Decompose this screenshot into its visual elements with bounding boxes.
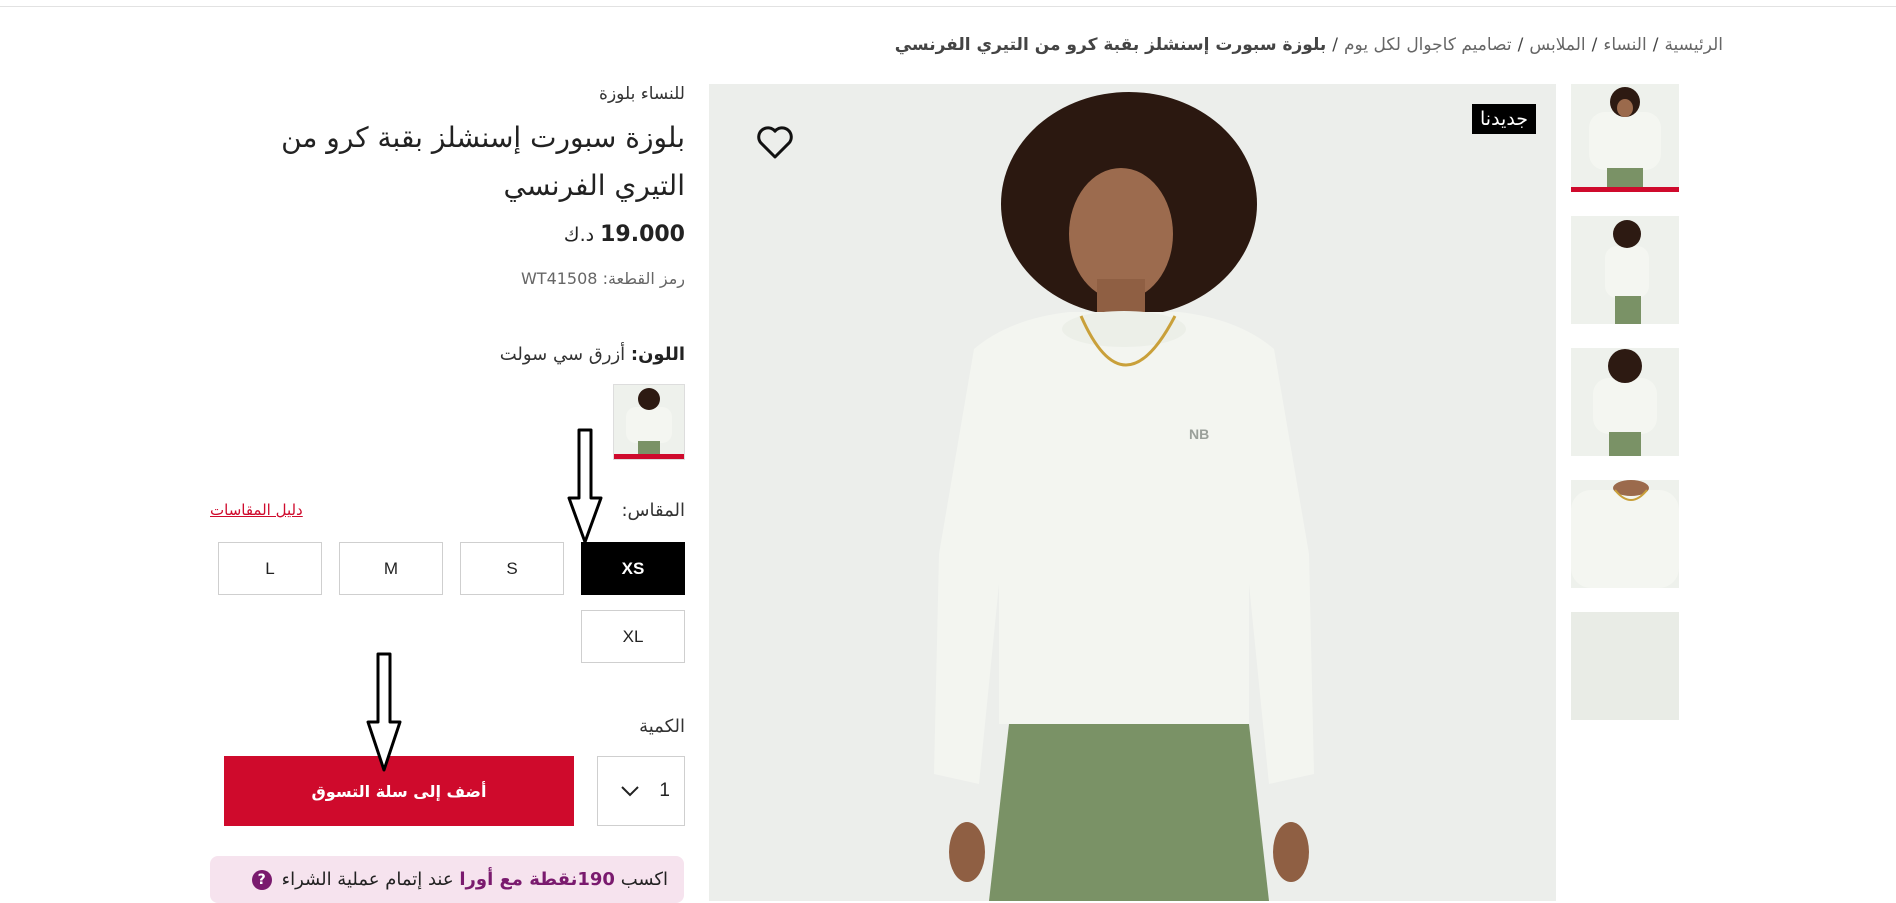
loyalty-prefix: اكسب — [620, 869, 668, 890]
product-sku: رمز القطعة: WT41508 — [521, 269, 685, 288]
breadcrumb-separator: / — [1517, 35, 1524, 55]
model-photo: NB — [934, 92, 1314, 901]
price-currency: د.ك — [563, 224, 595, 246]
breadcrumb-home[interactable]: الرئيسية — [1664, 35, 1723, 55]
price-value: 19.000 — [600, 222, 685, 247]
color-label: اللون: — [630, 344, 685, 365]
color-value: أزرق سي سولت — [499, 344, 626, 365]
sku-value: WT41508 — [520, 269, 598, 288]
breadcrumb-separator: / — [1652, 35, 1659, 55]
info-icon[interactable]: ? — [251, 869, 272, 890]
top-divider — [0, 6, 1896, 7]
svg-text:NB: NB — [1189, 426, 1209, 442]
product-price: 19.000د.ك — [564, 222, 685, 247]
breadcrumb-women[interactable]: النساء — [1603, 35, 1646, 55]
quantity-value: 1 — [659, 780, 670, 801]
product-category: للنساء بلوزة — [599, 84, 685, 104]
loyalty-points-banner: اكسب 190نقطة مع أورا عند إتمام عملية الش… — [210, 856, 684, 903]
thumbnail-side[interactable] — [1571, 216, 1679, 324]
size-guide-link[interactable]: دليل المقاسات — [210, 501, 303, 519]
main-product-image[interactable]: NB جديدنا — [709, 84, 1556, 901]
thumbnail-detail[interactable] — [1571, 480, 1679, 588]
color-swatch[interactable] — [613, 384, 685, 460]
chevron-down-icon — [621, 786, 639, 797]
thumbnail-back[interactable] — [1571, 348, 1679, 456]
breadcrumb-casual[interactable]: تصاميم كاجوال لكل يوم — [1344, 35, 1512, 55]
heart-icon[interactable] — [754, 122, 796, 162]
thumbnail-fabric[interactable] — [1571, 612, 1679, 720]
fabric-texture-image — [1571, 612, 1679, 720]
color-row: اللون: أزرق سي سولت — [500, 344, 685, 365]
model-front-image — [1589, 87, 1661, 192]
annotation-arrow-down-icon — [567, 428, 603, 544]
new-badge: جديدنا — [1472, 104, 1537, 134]
loyalty-suffix: عند إتمام عملية الشراء — [281, 869, 454, 890]
quantity-select[interactable]: 1 — [597, 756, 685, 826]
product-title: بلوزة سبورت إسنشلز بقبة كرو من التيري ال… — [281, 121, 685, 202]
size-option-s[interactable]: S — [460, 542, 564, 595]
size-option-xl[interactable]: XL — [581, 610, 685, 663]
thumbnail-front[interactable] — [1571, 84, 1679, 192]
breadcrumb-current: بلوزة سبورت إسنشلز بقبة كرو من التيري ال… — [894, 35, 1327, 55]
sku-label: رمز القطعة: — [602, 269, 685, 288]
breadcrumb-separator: / — [1591, 35, 1598, 55]
loyalty-points-highlight: 190نقطة مع أورا — [459, 869, 615, 890]
swatch-image — [626, 388, 672, 459]
annotation-arrow-down-icon — [366, 652, 402, 772]
breadcrumb-clothing[interactable]: الملابس — [1529, 35, 1585, 55]
size-option-l[interactable]: L — [218, 542, 322, 595]
size-option-xs[interactable]: XS — [581, 542, 685, 595]
model-back-image — [1593, 349, 1657, 456]
size-option-m[interactable]: M — [339, 542, 443, 595]
breadcrumb-separator: / — [1332, 35, 1339, 55]
size-label: المقاس: — [621, 500, 685, 521]
breadcrumb: الرئيسية / النساء / الملابس / تصاميم كاج… — [895, 28, 1723, 62]
model-side-image — [1605, 220, 1649, 324]
quantity-label: الكمية — [639, 716, 685, 737]
sweatshirt-detail-image — [1571, 480, 1679, 588]
